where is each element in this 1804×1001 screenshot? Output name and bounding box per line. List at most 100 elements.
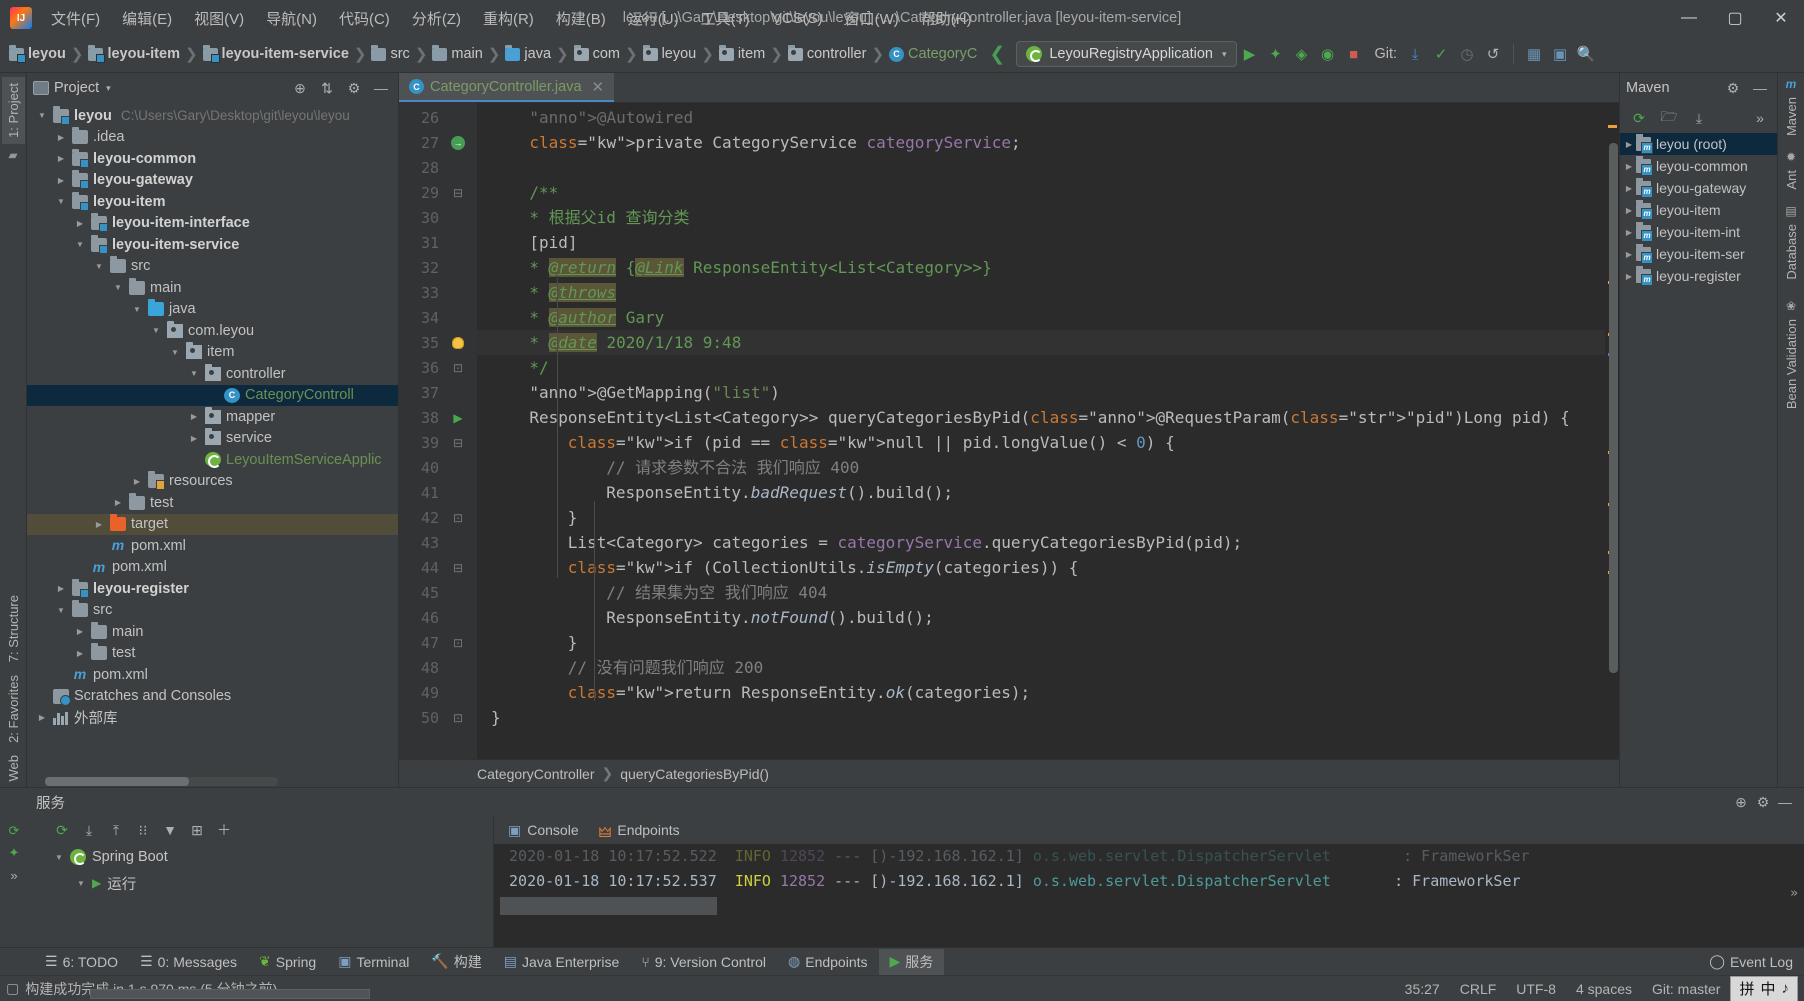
tool-tab-version-control[interactable]: ⑂ 9: Version Control [630, 951, 777, 973]
project-tree-row[interactable]: m pom.xml [27, 535, 398, 557]
gutter-line[interactable]: 29 ⊟ [399, 180, 477, 205]
debug-icon[interactable]: ✦ [1263, 41, 1289, 67]
project-tree-row[interactable]: ▶ test [27, 643, 398, 665]
project-tree-row[interactable]: ▶ resources [27, 471, 398, 493]
gutter-line[interactable]: 33 [399, 280, 477, 305]
git-history-icon[interactable]: ◷ [1454, 41, 1480, 67]
project-tree-row[interactable]: ▶ leyou-gateway [27, 170, 398, 192]
collapse-all-icon[interactable]: ⇅ [316, 77, 338, 99]
code-line[interactable]: * @throws [477, 280, 1605, 305]
project-tree-row[interactable]: ▼ leyou C:\Users\Gary\Desktop\git\leyou\le… [27, 105, 398, 127]
intention-bulb-icon[interactable] [443, 336, 473, 349]
settings-gear-icon[interactable]: ⚙ [1722, 77, 1744, 99]
settings-gear-icon[interactable]: ⚙ [343, 77, 365, 99]
project-tree-row[interactable]: ▼ leyou-item [27, 191, 398, 213]
settings-gear-icon[interactable]: ⚙ [1752, 791, 1774, 813]
add-icon[interactable]: ＋ [212, 819, 236, 841]
menu-analyze[interactable]: 分析(Z) [401, 4, 472, 33]
gutter-line[interactable]: 38 ▶ [399, 405, 477, 430]
git-update-icon[interactable]: ⤓ [1402, 41, 1428, 67]
gutter-line[interactable]: 44 ⊟ [399, 555, 477, 580]
gutter-line[interactable]: 28 [399, 155, 477, 180]
gutter-line[interactable]: 30 [399, 205, 477, 230]
code-line[interactable]: } [477, 505, 1605, 530]
project-tree-row[interactable]: ▼ leyou-item-service [27, 234, 398, 256]
close-button[interactable]: ✕ [1758, 1, 1804, 35]
code-line[interactable]: } [477, 630, 1605, 655]
breadcrumb-leyou[interactable]: leyou [6, 44, 69, 64]
ime-indicator[interactable]: 拼 中 ♪ [1730, 975, 1798, 1001]
breadcrumb-leyou-item[interactable]: leyou-item [85, 44, 183, 64]
fold-close-icon[interactable]: ⊡ [443, 636, 473, 650]
chevron-down-icon[interactable]: ▼ [187, 369, 201, 378]
code-line[interactable] [477, 155, 1605, 180]
gutter-line[interactable]: 46 [399, 605, 477, 630]
chevron-right-icon[interactable]: ▶ [73, 649, 87, 658]
fold-close-icon[interactable]: ⊡ [443, 711, 473, 725]
services-tree-row[interactable]: ▼ Spring Boot [28, 844, 493, 870]
chevron-right-icon[interactable]: ▶ [73, 627, 87, 636]
project-tree-row[interactable]: ▶ leyou-item-interface [27, 213, 398, 235]
code-line[interactable]: [pid] [477, 230, 1605, 255]
code-line[interactable]: class="kw">if (pid == class="kw">null ||… [477, 430, 1605, 455]
project-tree-row[interactable]: ▶ mapper [27, 406, 398, 428]
menu-window[interactable]: 窗口(W) [834, 4, 910, 33]
code-line[interactable]: */ [477, 355, 1605, 380]
run-configuration-selector[interactable]: LeyouRegistryApplication ▾ [1016, 41, 1237, 67]
chevron-right-icon[interactable]: ▶ [1622, 184, 1636, 193]
code-editor[interactable]: "anno">@Autowired class="kw">private Cate… [477, 103, 1605, 759]
chevron-right-icon[interactable]: ▶ [187, 412, 201, 421]
chevron-right-icon[interactable]: ▶ [73, 219, 87, 228]
tool-tab-build[interactable]: 🔨 构建 [420, 949, 492, 975]
code-line[interactable]: class="kw">if (CollectionUtils.isEmpty(c… [477, 555, 1605, 580]
chevron-right-icon[interactable]: ▶ [1622, 228, 1636, 237]
gutter-line[interactable]: 37 [399, 380, 477, 405]
breadcrumb-java[interactable]: java [502, 44, 554, 64]
indent-setting[interactable]: 4 spaces [1566, 981, 1642, 997]
chevron-down-icon[interactable]: ▼ [74, 879, 88, 888]
search-everywhere-icon[interactable]: 🔍 [1573, 41, 1599, 67]
project-tree-row[interactable]: ▼ java [27, 299, 398, 321]
help-icon[interactable]: ⊕ [1730, 791, 1752, 813]
services-tree[interactable]: ▼ Spring Boot ▼ ▶ 运行 [28, 844, 493, 896]
breadcrumb-class[interactable]: CategoryController [477, 766, 595, 782]
gutter-line[interactable]: 27 [399, 130, 477, 155]
console-output[interactable]: 2020-01-18 10:17:52.522 INFO 12852 --- [… [494, 844, 1804, 947]
project-tree-row[interactable]: ▼ main [27, 277, 398, 299]
code-line[interactable]: ResponseEntity<List<Category>> queryCate… [477, 405, 1605, 430]
chevron-right-icon[interactable]: ▶ [54, 584, 68, 593]
chevron-right-icon[interactable]: ▶ [1622, 140, 1636, 149]
gutter-line[interactable]: 26 [399, 105, 477, 130]
filter-icon[interactable]: ▼ [158, 819, 182, 841]
tool-tab-java-enterprise[interactable]: ▤ Java Enterprise [493, 950, 631, 973]
tool-tab-structure[interactable]: 7: Structure [2, 589, 25, 668]
console-more-icon[interactable]: » [1790, 886, 1798, 901]
editor-gutter[interactable]: 26272829⊟30313233343536⊡3738▶39⊟404142⊡4… [399, 103, 477, 759]
chevron-right-icon[interactable]: ▶ [1622, 162, 1636, 171]
breadcrumb-src[interactable]: src [368, 44, 412, 64]
code-line[interactable]: * @date 2020/1/18 9:48 [477, 330, 1605, 355]
code-line[interactable]: class="kw">private CategoryService categ… [477, 130, 1605, 155]
stop-icon[interactable]: ■ [1341, 41, 1367, 67]
event-log-button[interactable]: ◯ Event Log [1698, 950, 1804, 973]
chevron-right-icon[interactable]: ▶ [111, 498, 125, 507]
gutter-line[interactable]: 45 [399, 580, 477, 605]
project-tree-row[interactable]: ▶ target [27, 513, 398, 535]
maven-tree-row[interactable]: ▶ leyou-gateway [1620, 177, 1777, 199]
tool-tab-maven[interactable]: Maven [1780, 91, 1803, 142]
editor-marker-bar[interactable] [1605, 103, 1619, 759]
project-tree-row[interactable]: ▼ src [27, 256, 398, 278]
gutter-line[interactable]: 42 ⊡ [399, 505, 477, 530]
code-line[interactable]: // 没有问题我们响应 200 [477, 655, 1605, 680]
project-structure-icon[interactable]: ▦ [1521, 41, 1547, 67]
run-icon[interactable]: ▶ [1237, 41, 1263, 67]
code-line[interactable]: /** [477, 180, 1605, 205]
gutter-line[interactable]: 47 ⊡ [399, 630, 477, 655]
file-encoding[interactable]: UTF-8 [1506, 981, 1566, 997]
spring-bean-gutter-icon[interactable] [443, 135, 473, 150]
menu-tools[interactable]: 工具(T) [690, 4, 761, 33]
code-line[interactable]: // 结果集为空 我们响应 404 [477, 580, 1605, 605]
gutter-line[interactable]: 35 [399, 330, 477, 355]
git-revert-icon[interactable]: ↺ [1480, 41, 1506, 67]
code-line[interactable]: ResponseEntity.badRequest().build(); [477, 480, 1605, 505]
